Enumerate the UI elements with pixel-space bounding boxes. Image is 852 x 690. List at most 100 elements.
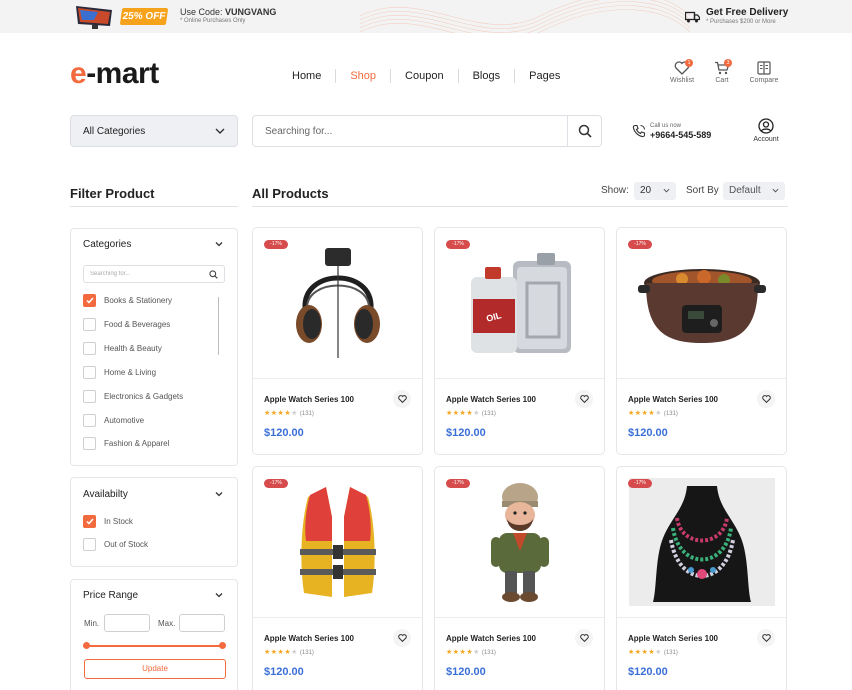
product-card[interactable]: -17% Apple Watch Series 100 ★★★★★ (131) $… [434, 466, 605, 690]
figurine-image [490, 483, 549, 602]
nav-pages[interactable]: Pages [515, 70, 574, 82]
cart-button[interactable]: 3 Cart [702, 59, 742, 84]
add-to-wishlist-button[interactable] [757, 629, 775, 647]
chevron-down-icon[interactable] [215, 591, 223, 599]
category-option-label: Home & Living [104, 368, 157, 377]
product-name[interactable]: Apple Watch Series 100 [264, 395, 354, 404]
discount-badge: -17% [446, 479, 470, 488]
category-select[interactable]: All Categories [70, 115, 238, 147]
availability-option-label: Out of Stock [104, 540, 149, 549]
divider [252, 206, 788, 207]
add-to-wishlist-button[interactable] [757, 390, 775, 408]
category-option-label: Food & Beverages [104, 320, 171, 329]
divider [435, 617, 604, 618]
discount-badge: -17% [446, 240, 470, 249]
search-button[interactable] [567, 116, 601, 146]
checkbox[interactable] [83, 366, 96, 379]
availability-option[interactable]: In Stock [83, 515, 133, 528]
product-name[interactable]: Apple Watch Series 100 [446, 634, 536, 643]
availability-option[interactable]: Out of Stock [83, 538, 148, 551]
product-card[interactable]: -17% Apple Watch Series 100 ★★★★★ (131) $… [616, 466, 787, 690]
product-card[interactable]: OIL -17% Apple Watch Series 100 ★★★★★ (13… [434, 227, 605, 455]
chevron-down-icon[interactable] [215, 490, 223, 498]
checkbox[interactable] [83, 294, 96, 307]
chevron-down-icon[interactable] [215, 240, 223, 248]
product-card[interactable]: -17% Apple Watch Series 100 ★★★★★ (131) $… [252, 466, 423, 690]
product-name[interactable]: Apple Watch Series 100 [628, 634, 718, 643]
min-price-input[interactable] [104, 614, 150, 632]
product-name[interactable]: Apple Watch Series 100 [264, 634, 354, 643]
price-range-min-handle[interactable] [83, 642, 90, 649]
wishlist-label: Wishlist [669, 77, 695, 84]
product-image[interactable] [617, 228, 786, 378]
products-title: All Products [252, 186, 329, 201]
check-icon [85, 518, 94, 525]
category-option[interactable]: Food & Beverages [83, 318, 170, 331]
product-name[interactable]: Apple Watch Series 100 [628, 395, 718, 404]
checkbox[interactable] [83, 414, 96, 427]
nav-home[interactable]: Home [278, 70, 335, 82]
site-logo[interactable]: e-mart [70, 57, 159, 91]
wishlist-button[interactable]: 1 Wishlist [662, 59, 702, 84]
sort-select[interactable]: Default [723, 182, 785, 200]
product-card[interactable]: -17% Apple Watch Series 100 ★★★★★ (131) $… [616, 227, 787, 455]
sort-select-value: Default [729, 185, 761, 196]
update-button[interactable]: Update [84, 659, 226, 679]
discount-badge: -17% [264, 479, 288, 488]
compare-label: Compare [749, 77, 779, 84]
account-button[interactable]: Account [748, 118, 784, 143]
call-number[interactable]: +9664-545-589 [650, 130, 711, 140]
product-rating: ★★★★★ (131) [264, 410, 314, 417]
category-option[interactable]: Books & Stationery [83, 294, 172, 307]
categories-title: Categories [83, 239, 132, 250]
sort-label: Sort By [686, 185, 719, 196]
checkbox[interactable] [83, 318, 96, 331]
nav-shop[interactable]: Shop [336, 70, 390, 82]
checkbox[interactable] [83, 538, 96, 551]
product-image[interactable] [435, 467, 604, 617]
search-icon[interactable] [209, 269, 218, 279]
search-input[interactable] [253, 116, 567, 146]
category-option-label: Automotive [104, 416, 145, 425]
add-to-wishlist-button[interactable] [393, 390, 411, 408]
category-option[interactable]: Automotive [83, 414, 144, 427]
promo-note: * Online Purchases Only [180, 18, 246, 24]
search-icon [578, 124, 592, 138]
checkbox[interactable] [83, 437, 96, 450]
call-label: Call us now [650, 123, 682, 129]
add-to-wishlist-button[interactable] [393, 629, 411, 647]
compare-button[interactable]: Compare [744, 61, 784, 84]
promo-monitor-image [76, 6, 112, 29]
product-price: $120.00 [446, 666, 486, 678]
category-option[interactable]: Electronics & Gadgets [83, 390, 183, 403]
product-price: $120.00 [628, 427, 668, 439]
divider [253, 617, 422, 618]
product-card[interactable]: -17% Apple Watch Series 100 ★★★★★ (131) $… [252, 227, 423, 455]
price-range-track[interactable] [86, 645, 222, 647]
max-price-input[interactable] [179, 614, 225, 632]
category-option[interactable]: Health & Beauty [83, 342, 162, 355]
chevron-down-icon [663, 188, 670, 193]
category-option[interactable]: Fashion & Apparel [83, 437, 169, 450]
checkbox[interactable] [83, 342, 96, 355]
add-to-wishlist-button[interactable] [575, 390, 593, 408]
search-bar [252, 115, 602, 147]
category-option[interactable]: Home & Living [83, 366, 156, 379]
category-list-scrollbar[interactable] [218, 297, 219, 355]
product-image[interactable]: OIL [435, 228, 604, 378]
review-count: (131) [481, 650, 496, 656]
product-image[interactable] [253, 467, 422, 617]
checkbox[interactable] [83, 515, 96, 528]
nav-coupon[interactable]: Coupon [391, 70, 458, 82]
product-image[interactable] [253, 228, 422, 378]
price-range-max-handle[interactable] [219, 642, 226, 649]
heart-icon [579, 395, 589, 403]
truck-icon [685, 11, 700, 23]
product-image[interactable] [617, 467, 786, 617]
add-to-wishlist-button[interactable] [575, 629, 593, 647]
product-name[interactable]: Apple Watch Series 100 [446, 395, 536, 404]
show-select[interactable]: 20 [634, 182, 676, 200]
checkbox[interactable] [83, 390, 96, 403]
nav-blogs[interactable]: Blogs [459, 70, 515, 82]
category-search-input[interactable] [90, 271, 209, 277]
